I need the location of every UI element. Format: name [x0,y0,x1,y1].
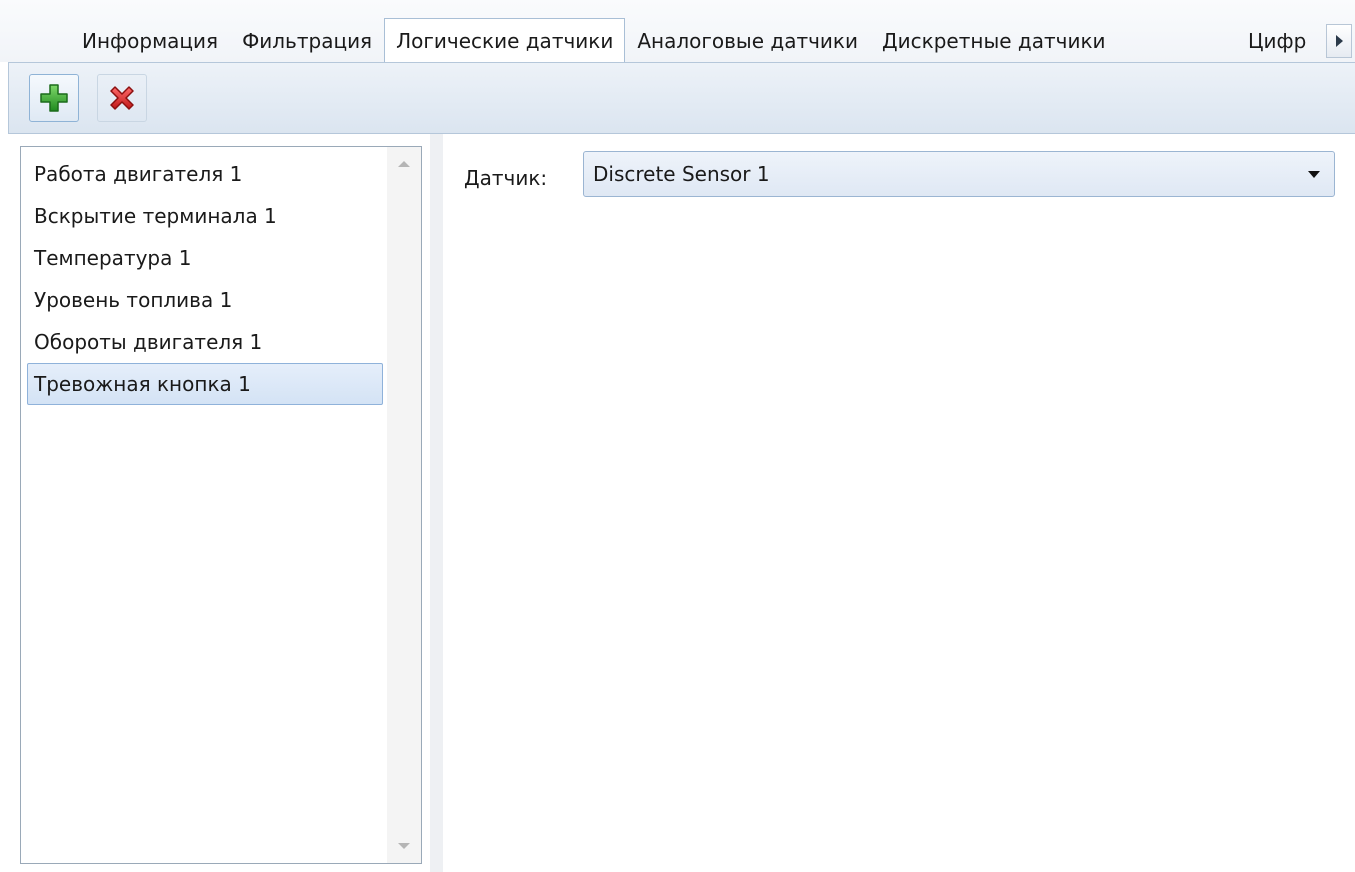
chevron-down-icon [1308,171,1320,178]
list-item-selected[interactable]: Тревожная кнопка 1 [27,363,383,405]
tab-list: Информация Фильтрация Логические датчики… [70,18,1118,62]
add-button[interactable] [29,74,79,122]
toolbar [8,62,1355,134]
list-item[interactable]: Работа двигателя 1 [27,153,383,195]
tab-analog-sensors[interactable]: Аналоговые датчики [625,20,870,62]
sensor-select-value: Discrete Sensor 1 [593,162,770,186]
sensor-field-label: Датчик: [464,166,548,190]
tab-digital-clipped[interactable]: Цифр [1240,20,1325,62]
list-item[interactable]: Уровень топлива 1 [27,279,383,321]
tab-scroll-right-button[interactable] [1326,24,1352,58]
delete-button[interactable] [97,74,147,122]
x-icon [110,86,134,110]
tab-filtering[interactable]: Фильтрация [230,20,384,62]
list-item[interactable]: Обороты двигателя 1 [27,321,383,363]
sensor-select[interactable]: Discrete Sensor 1 [583,151,1335,197]
list-item[interactable]: Вскрытие терминала 1 [27,195,383,237]
list-item[interactable]: Температура 1 [27,237,383,279]
tab-info[interactable]: Информация [70,20,230,62]
scroll-up-icon[interactable] [398,161,410,167]
scroll-down-icon[interactable] [398,843,410,849]
list-scrollbar[interactable] [387,147,421,863]
tab-bar: Информация Фильтрация Логические датчики… [0,0,1355,62]
panel-splitter[interactable] [430,134,443,872]
tab-discrete-sensors[interactable]: Дискретные датчики [870,20,1118,62]
triangle-right-icon [1335,35,1343,47]
plus-icon [40,84,68,112]
tab-logical-sensors[interactable]: Логические датчики [384,18,626,62]
sensor-list-panel: Работа двигателя 1 Вскрытие терминала 1 … [20,146,422,864]
sensor-list: Работа двигателя 1 Вскрытие терминала 1 … [27,153,383,405]
tab-digital-label: Цифр [1248,29,1307,53]
